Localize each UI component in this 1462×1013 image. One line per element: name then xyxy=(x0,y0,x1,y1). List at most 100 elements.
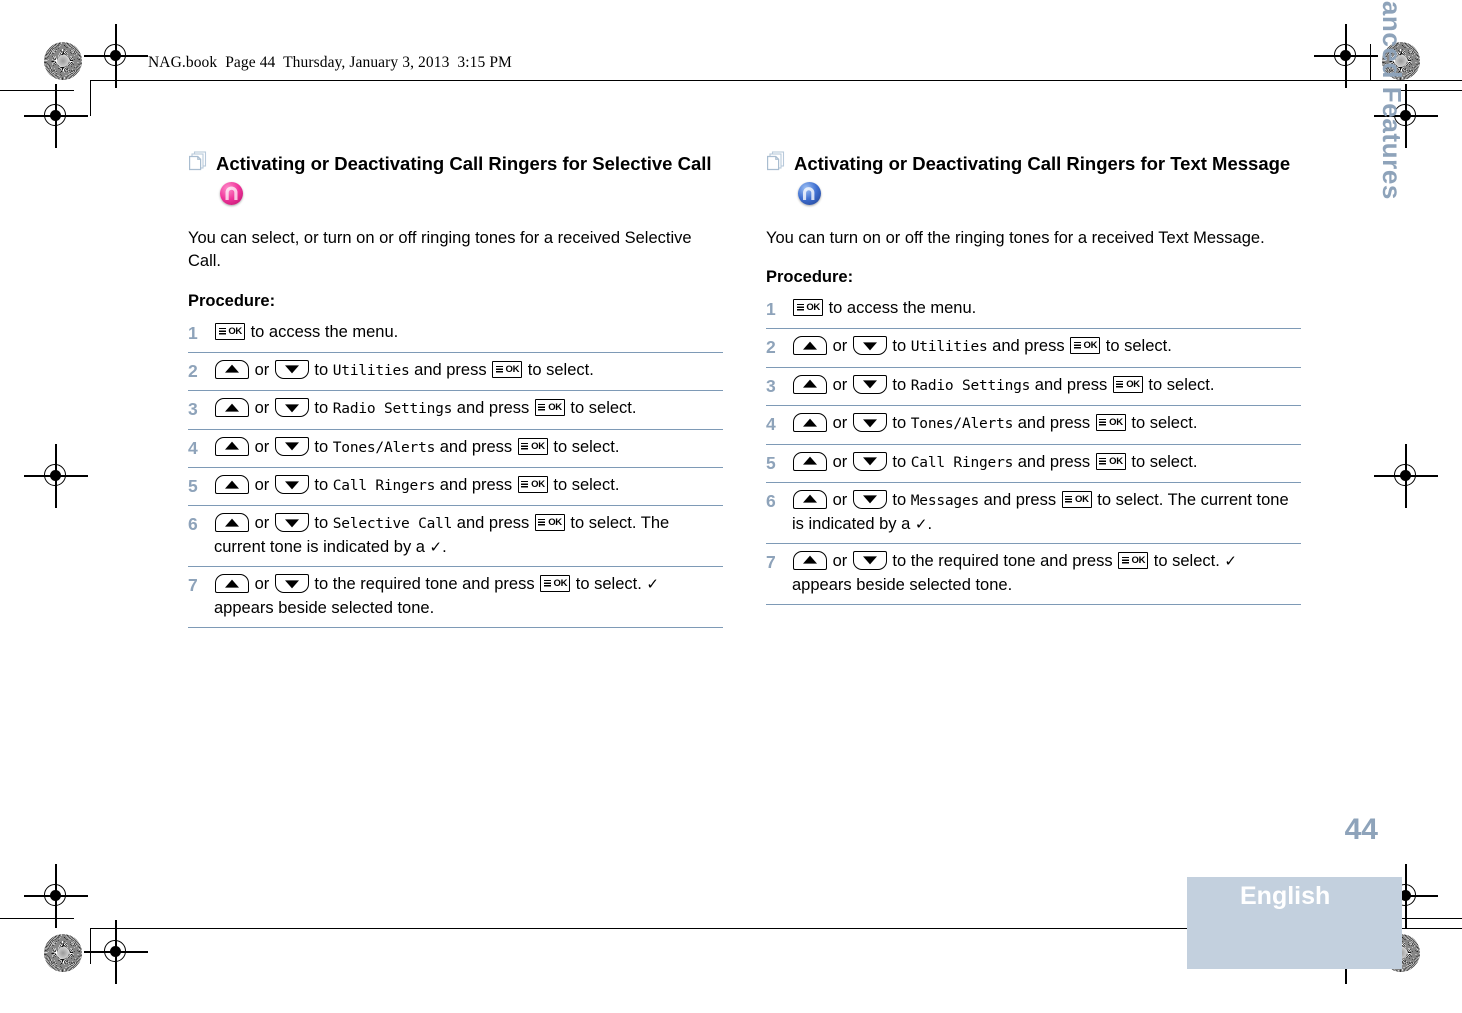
step-number: 1 xyxy=(188,322,198,343)
section-heading: Activating or Deactivating Call Ringers … xyxy=(188,148,723,210)
ok-menu-key-icon: OK xyxy=(492,360,523,378)
menu-item-name: Radio Settings xyxy=(910,377,1031,394)
step-text: or to Tones/Alerts and press OK to selec… xyxy=(792,412,1301,436)
menu-item-name: Utilities xyxy=(910,339,988,356)
step-number: 3 xyxy=(188,399,198,420)
procedure-step: 2 or to Utilities and press OK to select… xyxy=(188,359,723,392)
step-text: or to Utilities and press OK to select. xyxy=(792,335,1301,359)
down-arrow-key-icon xyxy=(274,398,309,418)
down-arrow-key-icon xyxy=(274,475,309,494)
procedure-step: 5 or to Call Ringers and press OK to sel… xyxy=(188,474,723,507)
crosshair-mark-left-top xyxy=(24,84,88,148)
procedure-step: 7 or to the required tone and press OK t… xyxy=(188,573,723,629)
procedure-step: 6 or to Messages and press OK to select.… xyxy=(766,489,1301,544)
step-text: OK to access the menu. xyxy=(214,321,723,345)
crop-rule-left-bottom xyxy=(0,918,74,919)
crop-rule-left-h xyxy=(0,90,74,91)
ok-menu-key-icon: OK xyxy=(540,575,571,593)
step-text: or to Tones/Alerts and press OK to selec… xyxy=(214,436,723,460)
procedure-step-list: 1 OK to access the menu. 2 or to Utilities… xyxy=(188,321,723,629)
crop-rule-top xyxy=(90,80,91,116)
up-arrow-key-icon xyxy=(215,436,249,456)
down-arrow-key-icon xyxy=(852,374,887,394)
step-text: or to the required tone and press OK to … xyxy=(792,550,1237,594)
step-text: or to Radio Settings and press OK to sel… xyxy=(792,374,1301,398)
step-number: 2 xyxy=(188,360,198,381)
menu-item-name: Utilities xyxy=(332,362,410,379)
up-arrow-key-icon xyxy=(215,574,249,594)
crop-rule-bottom-v xyxy=(90,928,91,964)
book-header-line: NAG.book Page 44 Thursday, January 3, 20… xyxy=(148,54,512,71)
up-arrow-key-icon xyxy=(215,513,249,533)
down-arrow-key-icon xyxy=(852,336,887,356)
down-arrow-key-icon xyxy=(852,489,887,509)
procedure-step: 1 OK to access the menu. xyxy=(188,321,723,353)
up-arrow-key-icon xyxy=(215,398,249,418)
procedure-step: 4 or to Tones/Alerts and press OK to sel… xyxy=(766,412,1301,445)
procedure-label: Procedure: xyxy=(188,291,276,310)
section-heading-text: Activating or Deactivating Call Ringers … xyxy=(794,153,1291,174)
page-number: 44 xyxy=(1344,813,1378,846)
step-number: 6 xyxy=(188,514,198,535)
up-arrow-key-icon xyxy=(793,374,827,394)
chapter-side-tab: Advanced Features xyxy=(1377,0,1407,200)
text-message-icon xyxy=(798,182,821,206)
step-number: 1 xyxy=(766,299,776,320)
ok-menu-key-icon: OK xyxy=(534,399,565,417)
checkmark-icon: ✓ xyxy=(429,539,443,557)
crosshair-mark-left-bottom xyxy=(24,864,88,928)
crosshair-mark-top-left xyxy=(84,24,148,88)
step-text: OK to access the menu. xyxy=(792,297,1301,321)
checkmark-icon: ✓ xyxy=(1224,552,1237,570)
procedure-step: 2 or to Utilities and press OK to select… xyxy=(766,335,1301,368)
down-arrow-key-icon xyxy=(274,574,309,594)
checkmark-icon: ✓ xyxy=(646,576,659,594)
section-heading-text: Activating or Deactivating Call Ringers … xyxy=(216,153,712,174)
ok-menu-key-icon: OK xyxy=(793,299,823,317)
step-text: or to Call Ringers and press OK to selec… xyxy=(792,451,1301,475)
step-text: or to Utilities and press OK to select. xyxy=(214,359,723,383)
procedure-step: 3 or to Radio Settings and press OK to s… xyxy=(766,374,1301,407)
content-column-left: Activating or Deactivating Call Ringers … xyxy=(188,148,723,634)
procedure-step: 3 or to Radio Settings and press OK to s… xyxy=(188,397,723,430)
crosshair-mark-bottom-left xyxy=(84,920,148,984)
menu-item-name: Call Ringers xyxy=(332,478,436,494)
checkmark-icon: ✓ xyxy=(914,515,928,533)
selective-call-icon xyxy=(220,182,243,206)
menu-item-name: Radio Settings xyxy=(332,401,453,418)
ok-menu-key-icon: OK xyxy=(1112,375,1143,393)
step-number: 7 xyxy=(188,575,198,596)
crosshair-mark-top-right xyxy=(1314,24,1378,88)
ok-menu-key-icon: OK xyxy=(1061,490,1092,508)
crop-rule-top-v2 xyxy=(1370,44,1371,80)
crosshair-mark-left-middle xyxy=(24,444,88,508)
ok-menu-key-icon: OK xyxy=(215,322,245,340)
step-text: or to Radio Settings and press OK to sel… xyxy=(214,397,723,421)
step-text: or to Selective Call and press OK to sel… xyxy=(214,513,670,557)
up-arrow-key-icon xyxy=(793,550,827,570)
procedure-step: 4 or to Tones/Alerts and press OK to sel… xyxy=(188,436,723,468)
ok-menu-key-icon: OK xyxy=(517,437,548,455)
ok-menu-key-icon: OK xyxy=(534,514,565,532)
down-arrow-key-icon xyxy=(274,513,309,533)
crosshair-mark-right-middle xyxy=(1374,444,1438,508)
menu-item-name: Messages xyxy=(910,492,980,509)
up-arrow-key-icon xyxy=(793,489,827,509)
step-text: or to Messages and press OK to select. T… xyxy=(792,489,1289,533)
starburst-registration-mark-bottom-left xyxy=(44,934,82,972)
procedure-step-list: 1 OK to access the menu. 2 or to Utilities… xyxy=(766,297,1301,605)
procedure-step: 1 OK to access the menu. xyxy=(766,297,1301,330)
crop-rule-top-long xyxy=(90,80,1462,81)
up-arrow-key-icon xyxy=(215,359,249,379)
step-text: or to the required tone and press OK to … xyxy=(214,574,659,618)
content-column-right: Activating or Deactivating Call Ringers … xyxy=(766,148,1301,611)
step-number: 6 xyxy=(766,490,776,511)
down-arrow-key-icon xyxy=(274,436,309,456)
step-text: or to Call Ringers and press OK to selec… xyxy=(214,474,723,498)
down-arrow-key-icon xyxy=(852,413,887,433)
menu-item-name: Tones/Alerts xyxy=(910,416,1014,433)
procedure-step: 6 or to Selective Call and press OK to s… xyxy=(188,512,723,568)
up-arrow-key-icon xyxy=(793,413,827,433)
ok-menu-key-icon: OK xyxy=(1095,414,1126,432)
section-heading: Activating or Deactivating Call Ringers … xyxy=(766,148,1301,210)
